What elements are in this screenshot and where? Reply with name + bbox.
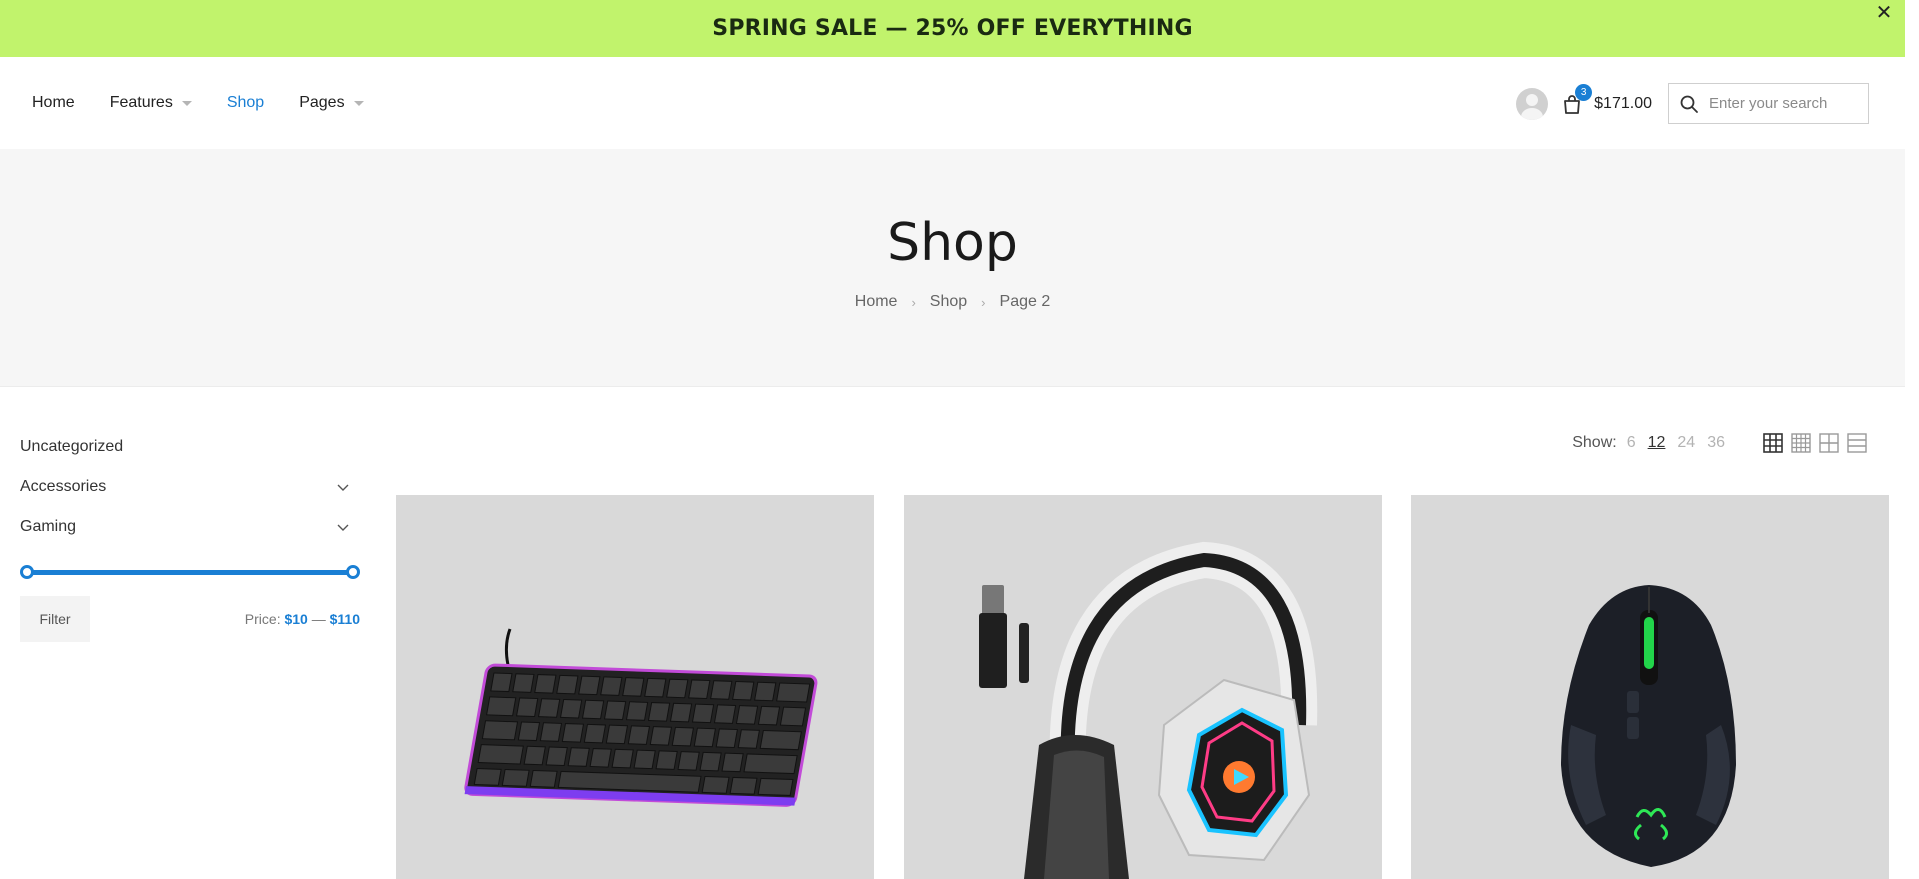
list-icon[interactable] — [1847, 433, 1867, 453]
filter-row: Filter Price: $10 — $110 — [20, 596, 360, 642]
nav-item-pages[interactable]: Pages — [299, 94, 364, 112]
chevron-right-icon: › — [981, 294, 986, 310]
price-slider[interactable] — [20, 565, 360, 579]
cart-count-badge: 3 — [1575, 83, 1593, 101]
page-title: Shop — [887, 213, 1018, 273]
show-option-36[interactable]: 36 — [1707, 434, 1725, 452]
avatar-shoulders — [1521, 107, 1544, 120]
nav-item-label: Home — [32, 94, 75, 111]
breadcrumb-shop[interactable]: Shop — [930, 293, 967, 311]
search-icon[interactable] — [1679, 94, 1699, 114]
breadcrumb: Home › Shop › Page 2 — [0, 293, 1905, 311]
show-option-24[interactable]: 24 — [1677, 434, 1695, 452]
caret-down-icon — [181, 100, 192, 106]
shop-sidebar: Uncategorized Accessories Gaming Filter … — [20, 427, 360, 642]
site-header: Home Features Shop Pages 3 $171.00 — [0, 57, 1905, 149]
nav-item-label: Features — [109, 94, 173, 111]
avatar-head — [1526, 93, 1539, 106]
grid-3-icon[interactable] — [1763, 433, 1783, 453]
nav-item-label: Shop — [226, 94, 265, 111]
product-card-mouse[interactable] — [1411, 495, 1889, 879]
nav-item-features[interactable]: Features — [110, 94, 192, 112]
category-gaming[interactable]: Gaming — [20, 507, 360, 547]
category-label: Uncategorized — [20, 438, 124, 455]
promo-text: SPRING SALE — 25% OFF EVERYTHING — [712, 16, 1193, 41]
user-avatar-icon[interactable] — [1516, 87, 1549, 120]
product-card-keyboard[interactable] — [396, 495, 874, 879]
cart-bag-icon[interactable]: 3 — [1560, 83, 1593, 116]
product-card-headset[interactable] — [904, 495, 1382, 879]
price-max: $110 — [329, 611, 360, 627]
chevron-down-icon[interactable] — [336, 520, 350, 534]
nav-item-label: Pages — [299, 94, 345, 111]
price-label: Price: — [244, 611, 281, 627]
grid-2-icon[interactable] — [1819, 433, 1839, 453]
mouse-image — [1561, 585, 1736, 867]
show-label: Show: — [1572, 434, 1617, 451]
breadcrumb-home[interactable]: Home — [855, 293, 898, 311]
show-option-12[interactable]: 12 — [1648, 434, 1666, 452]
page-hero: Shop Home › Shop › Page 2 — [0, 149, 1905, 387]
search-input[interactable] — [1709, 95, 1859, 112]
caret-down-icon — [353, 100, 364, 106]
cart-total[interactable]: $171.00 — [1594, 95, 1652, 113]
category-label: Gaming — [20, 518, 77, 535]
view-switcher — [1755, 433, 1867, 453]
price-slider-track — [27, 570, 353, 575]
close-icon[interactable]: ✕ — [1873, 2, 1895, 24]
price-separator: — — [311, 611, 326, 627]
category-accessories[interactable]: Accessories — [20, 467, 360, 507]
search-box — [1668, 83, 1869, 124]
headset-image — [979, 541, 1318, 879]
shop-toolbar: Show: 6 12 24 36 — [1572, 433, 1867, 453]
filter-button[interactable]: Filter — [20, 596, 90, 642]
category-label: Accessories — [20, 478, 107, 495]
price-range-text: Price: $10 — $110 — [245, 611, 360, 627]
price-slider-min-handle[interactable] — [20, 565, 34, 579]
nav-item-home[interactable]: Home — [32, 94, 75, 112]
breadcrumb-current: Page 2 — [999, 293, 1051, 310]
header-actions: 3 $171.00 — [1516, 83, 1869, 124]
category-uncategorized[interactable]: Uncategorized — [20, 427, 360, 467]
nav-item-shop[interactable]: Shop — [227, 94, 264, 112]
chevron-down-icon[interactable] — [336, 480, 350, 494]
main-nav: Home Features Shop Pages — [32, 94, 399, 112]
promo-banner: SPRING SALE — 25% OFF EVERYTHING ✕ — [0, 0, 1905, 57]
price-min: $10 — [284, 611, 308, 627]
keyboard-image — [464, 628, 818, 807]
chevron-right-icon: › — [911, 294, 916, 310]
grid-4-icon[interactable] — [1791, 433, 1811, 453]
show-option-6[interactable]: 6 — [1627, 434, 1636, 452]
price-slider-max-handle[interactable] — [346, 565, 360, 579]
